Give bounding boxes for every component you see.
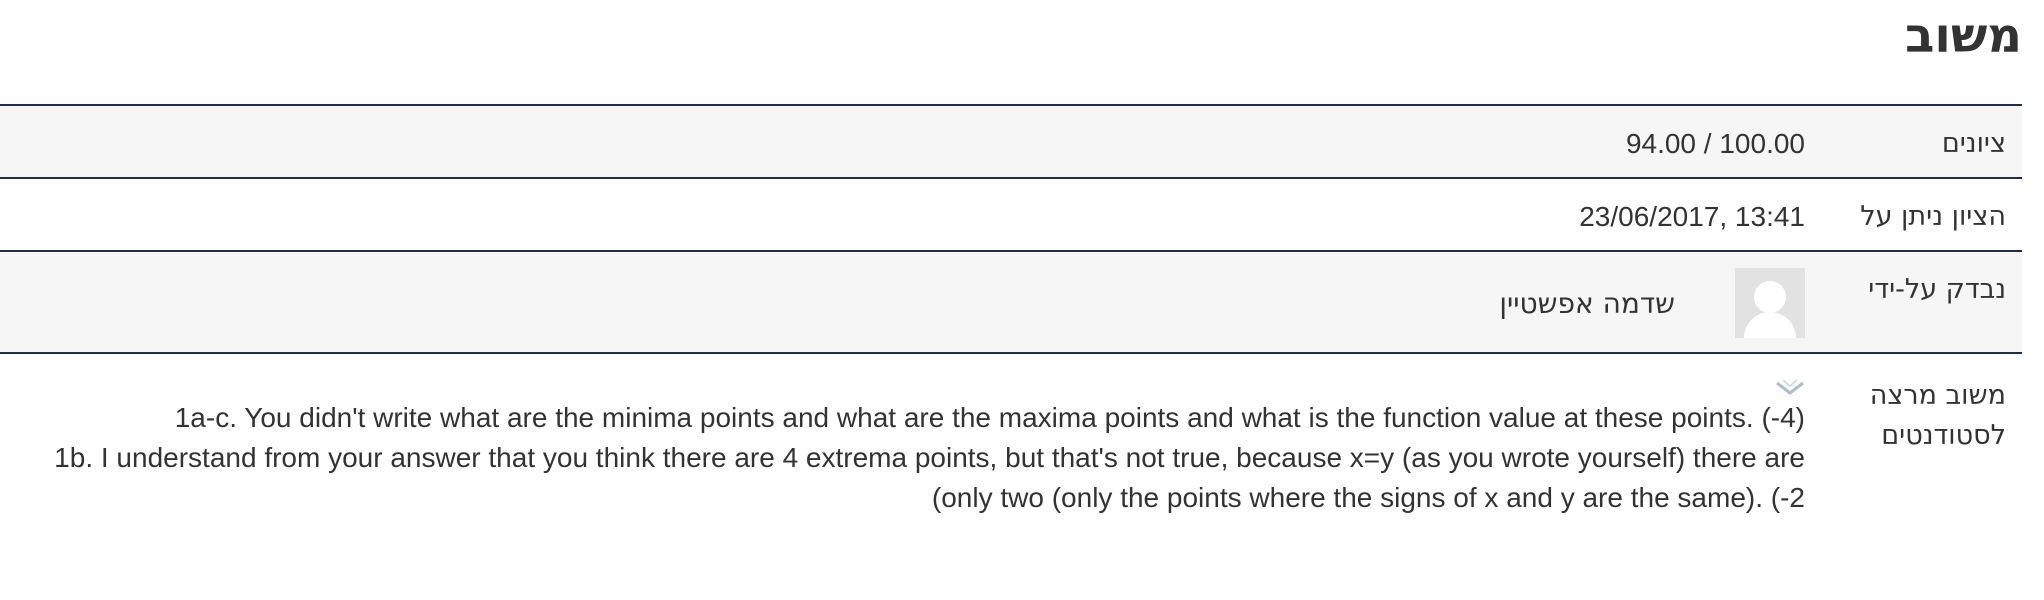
default-user-avatar-icon[interactable] [1735, 268, 1805, 338]
grade-row: ציונים 100.00 / 94.00 [0, 105, 2022, 178]
feedback-comments-label: משוב מרצה לסטודנטים [1869, 380, 2006, 451]
grader-name[interactable]: שדמה אפשטיין [1499, 287, 1675, 320]
feedback-comment-line: (1a-c. You didn't write what are the min… [174, 402, 1805, 433]
avatar-body [1744, 312, 1796, 338]
grade-label: ציונים [1941, 128, 2006, 159]
avatar-head [1754, 281, 1786, 313]
feedback-section: משוב ציונים 100.00 / 94.00 הציון ניתן על… [0, 0, 2044, 600]
chevron-down-icon[interactable] [1775, 372, 1805, 395]
feedback-comments-row: משוב מרצה לסטודנטים (1a-c. You didn't wr… [0, 353, 2022, 519]
graded-by-value: שדמה אפשטיין [0, 251, 1805, 353]
graded-by-label: נבדק על-ידי [1868, 274, 2006, 305]
graded-by-row: נבדק על-ידי שדמה אפשטיין [0, 251, 2022, 353]
graded-on-label: הציון ניתן על [1860, 201, 2006, 232]
feedback-comment-line: 1b. I understand from your answer that y… [54, 442, 1805, 513]
grader: שדמה אפשטיין [1, 268, 1805, 338]
page-title: משוב [1905, 8, 2022, 64]
feedback-comments-value: (1a-c. You didn't write what are the min… [0, 353, 1805, 519]
grade-value: 100.00 / 94.00 [1625, 128, 1805, 159]
feedback-table: ציונים 100.00 / 94.00 הציון ניתן על 13:4… [0, 104, 2022, 519]
feedback-comment-text: (1a-c. You didn't write what are the min… [1, 398, 1805, 518]
graded-on-value: 13:41 ,23/06/2017 [1579, 201, 1805, 232]
graded-on-row: הציון ניתן על 13:41 ,23/06/2017 [0, 178, 2022, 251]
